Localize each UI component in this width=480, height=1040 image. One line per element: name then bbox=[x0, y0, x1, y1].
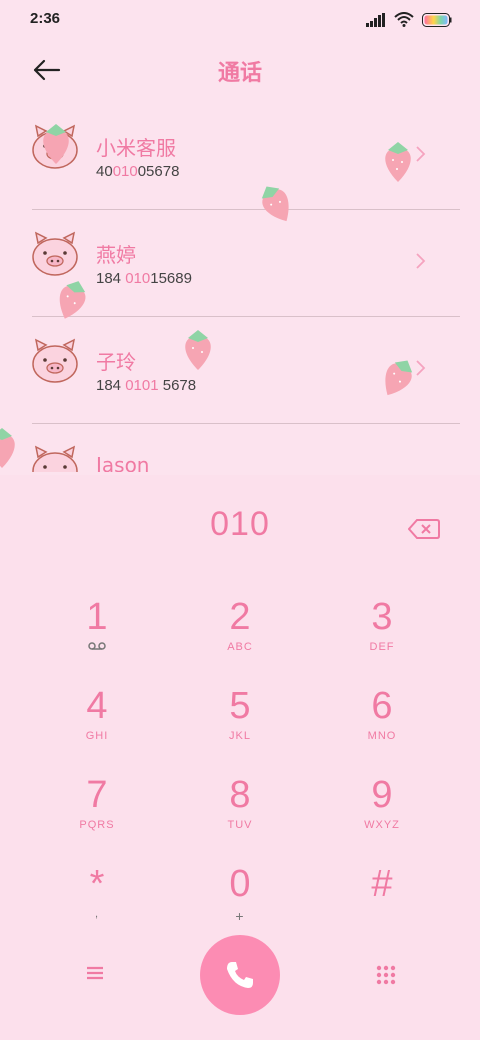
key-2[interactable]: 2 ABC bbox=[185, 595, 295, 679]
key-star[interactable]: * , bbox=[42, 862, 152, 946]
strawberry-icon bbox=[385, 142, 411, 182]
key-3[interactable]: 3 DEF bbox=[327, 595, 437, 679]
key-hash[interactable]: # bbox=[327, 862, 437, 946]
key-digit: 9 bbox=[371, 774, 393, 816]
key-letters: TUV bbox=[227, 819, 253, 831]
key-letters: JKL bbox=[229, 730, 251, 742]
key-7[interactable]: 7 PQRS bbox=[42, 773, 152, 857]
strawberry-icon bbox=[0, 428, 15, 468]
status-time: 2:36 bbox=[30, 10, 61, 27]
contact-name: Jason bbox=[96, 453, 150, 472]
status-icons bbox=[366, 12, 452, 27]
pig-avatar-icon bbox=[32, 231, 78, 276]
strawberry-icon bbox=[185, 330, 211, 370]
dialpad-grid-icon[interactable] bbox=[376, 965, 396, 985]
contact-number: 184 0101 5678 bbox=[96, 377, 197, 394]
key-4[interactable]: 4 GHI bbox=[42, 684, 152, 768]
battery-icon bbox=[422, 12, 452, 27]
key-8[interactable]: 8 TUV bbox=[185, 773, 295, 857]
dialer-panel: 010 1 2 ABC 3 DEF 4 GHI 5 JKL 6 MNO 7 PQ… bbox=[0, 475, 480, 1040]
chevron-right-icon[interactable] bbox=[412, 251, 428, 271]
page-title: 通话 bbox=[217, 61, 262, 86]
key-digit: * bbox=[89, 863, 105, 905]
contact-row[interactable]: Jason bbox=[0, 423, 480, 472]
key-0[interactable]: 0 + bbox=[185, 862, 295, 946]
contact-name: 子玲 bbox=[96, 350, 136, 374]
key-digit: 7 bbox=[86, 774, 108, 816]
backspace-icon[interactable] bbox=[408, 518, 440, 540]
key-letters: PQRS bbox=[79, 819, 115, 831]
voicemail-icon bbox=[88, 642, 106, 650]
header: 通话 bbox=[0, 45, 480, 95]
key-letters: GHI bbox=[85, 730, 109, 742]
strawberry-icon bbox=[43, 124, 69, 164]
key-9[interactable]: 9 WXYZ bbox=[327, 773, 437, 857]
key-letters: ABC bbox=[227, 641, 253, 653]
key-digit: 5 bbox=[229, 685, 251, 727]
contact-list[interactable]: 小米客服 4001005678 燕婷 184 01015689 子玲 184 0… bbox=[0, 102, 480, 472]
key-digit: 4 bbox=[86, 685, 108, 727]
key-digit: # bbox=[371, 863, 393, 905]
contact-number: 4001005678 bbox=[96, 163, 180, 180]
key-letters: + bbox=[235, 908, 245, 924]
status-bar: 2:36 bbox=[0, 0, 480, 40]
key-letters: MNO bbox=[367, 730, 397, 742]
wifi-icon bbox=[394, 12, 414, 27]
key-digit: 1 bbox=[86, 596, 108, 638]
key-letters: WXYZ bbox=[364, 819, 400, 831]
pig-avatar-icon bbox=[32, 445, 78, 472]
key-letters: , bbox=[94, 908, 100, 920]
key-digit: 3 bbox=[371, 596, 393, 638]
contact-name: 燕婷 bbox=[96, 243, 136, 267]
key-digit: 0 bbox=[229, 863, 251, 905]
signal-icon bbox=[366, 12, 385, 27]
contact-name: 小米客服 bbox=[96, 136, 176, 160]
key-digit: 8 bbox=[229, 774, 251, 816]
phone-icon bbox=[227, 962, 253, 988]
key-digit: 2 bbox=[229, 596, 251, 638]
call-button[interactable] bbox=[200, 935, 280, 1015]
menu-icon[interactable] bbox=[84, 963, 106, 983]
key-digit: 6 bbox=[371, 685, 393, 727]
pig-avatar-icon bbox=[32, 338, 78, 383]
contact-number: 184 01015689 bbox=[96, 270, 192, 287]
key-5[interactable]: 5 JKL bbox=[185, 684, 295, 768]
key-6[interactable]: 6 MNO bbox=[327, 684, 437, 768]
key-letters: DEF bbox=[369, 641, 395, 653]
key-1[interactable]: 1 bbox=[42, 595, 152, 679]
